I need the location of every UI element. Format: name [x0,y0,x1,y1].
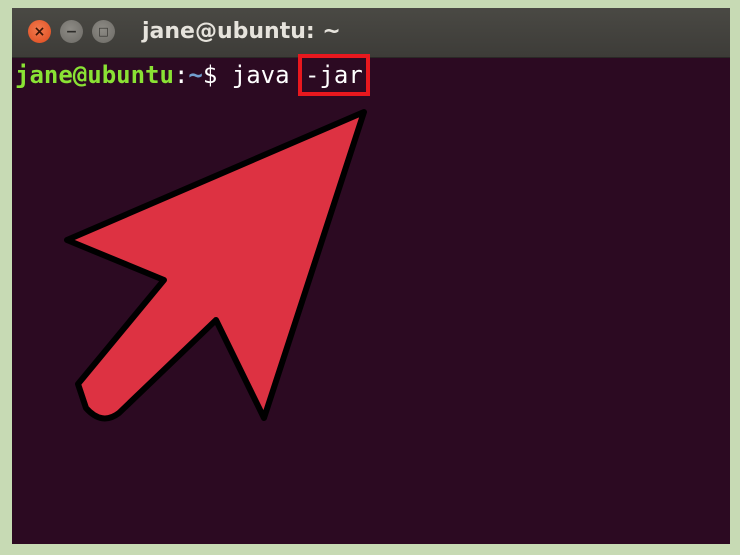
terminal-window: × − □ jane@ubuntu: ~ jane@ubuntu:~$ java… [12,8,730,544]
pointer-arrow-icon [64,109,367,422]
